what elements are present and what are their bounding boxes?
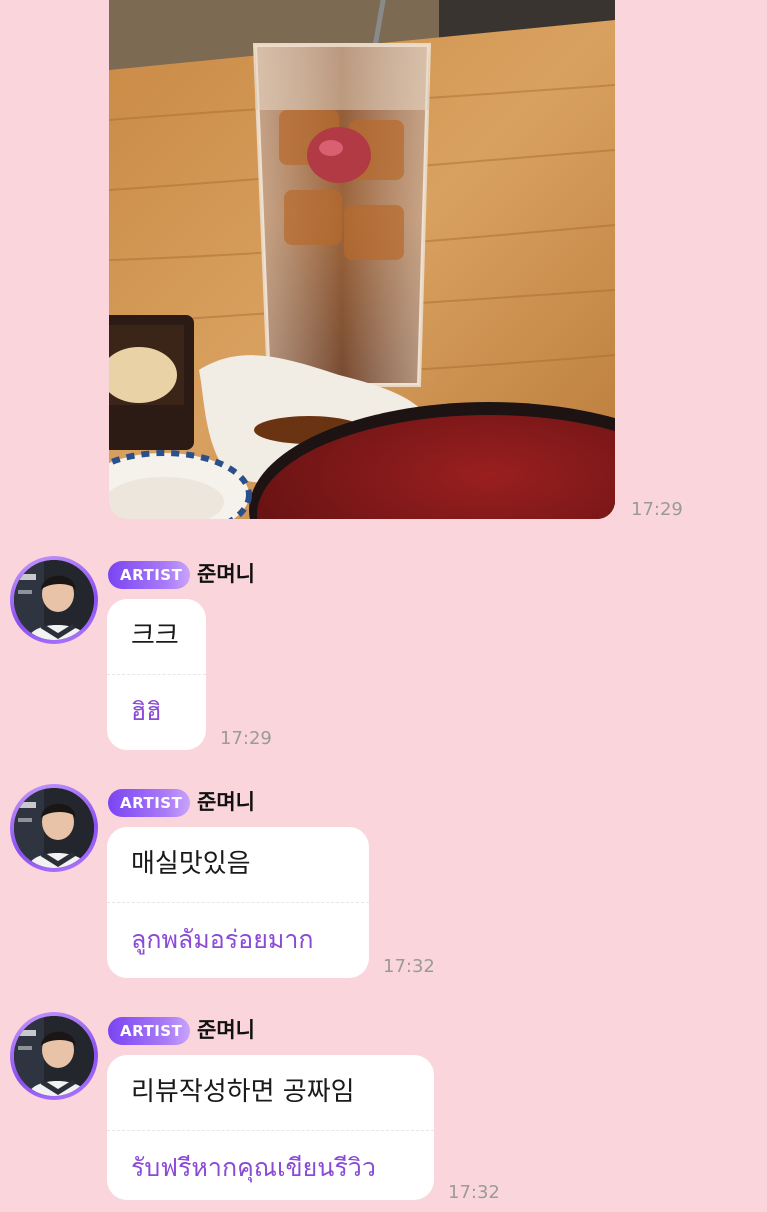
photo-message-image[interactable] (109, 0, 615, 519)
message-bubble[interactable]: 매실맛있음 ลูกพลัมอร่อยมาก (107, 827, 369, 978)
translation-divider (107, 902, 369, 903)
photo-message-timestamp: 17:29 (631, 499, 683, 520)
artist-profile-photo-icon (14, 1016, 94, 1096)
message-translation: ลูกพลัมอร่อยมาก (131, 925, 314, 954)
message-bubble[interactable]: 리뷰작성하면 공짜임 รับฟรีหากคุณเขียนรีวิว (107, 1055, 434, 1200)
sender-name[interactable]: 준며니 (197, 558, 255, 590)
artist-badge: ARTIST (108, 561, 190, 589)
message-group: ARTIST 준며니 매실맛있음 ลูกพลัมอร่อยมาก 17:32 (0, 784, 767, 984)
message-group: ARTIST 준며니 크크 ฮิฮิ 17:29 (0, 556, 767, 756)
message-text: 크크 (131, 621, 179, 651)
message-text: 리뷰작성하면 공짜임 (131, 1077, 355, 1107)
artist-profile-photo-icon (14, 560, 94, 640)
message-timestamp: 17:29 (220, 728, 272, 749)
artist-badge: ARTIST (108, 789, 190, 817)
message-translation: รับฟรีหากคุณเขียนรีวิว (131, 1153, 376, 1182)
avatar[interactable] (10, 556, 98, 644)
message-bubble[interactable]: 크크 ฮิฮิ (107, 599, 206, 750)
message-translation: ฮิฮิ (131, 697, 162, 726)
message-text: 매실맛있음 (131, 849, 251, 879)
sender-name[interactable]: 준며니 (197, 786, 255, 818)
sender-name[interactable]: 준며니 (197, 1014, 255, 1046)
message-timestamp: 17:32 (383, 956, 435, 977)
translation-divider (107, 1130, 434, 1131)
translation-divider (107, 674, 206, 675)
iced-tea-photo-icon (109, 0, 615, 519)
artist-badge: ARTIST (108, 1017, 190, 1045)
avatar[interactable] (10, 784, 98, 872)
avatar[interactable] (10, 1012, 98, 1100)
artist-profile-photo-icon (14, 788, 94, 868)
message-group: ARTIST 준며니 리뷰작성하면 공짜임 รับฟรีหากคุณเขียนร… (0, 1012, 767, 1212)
